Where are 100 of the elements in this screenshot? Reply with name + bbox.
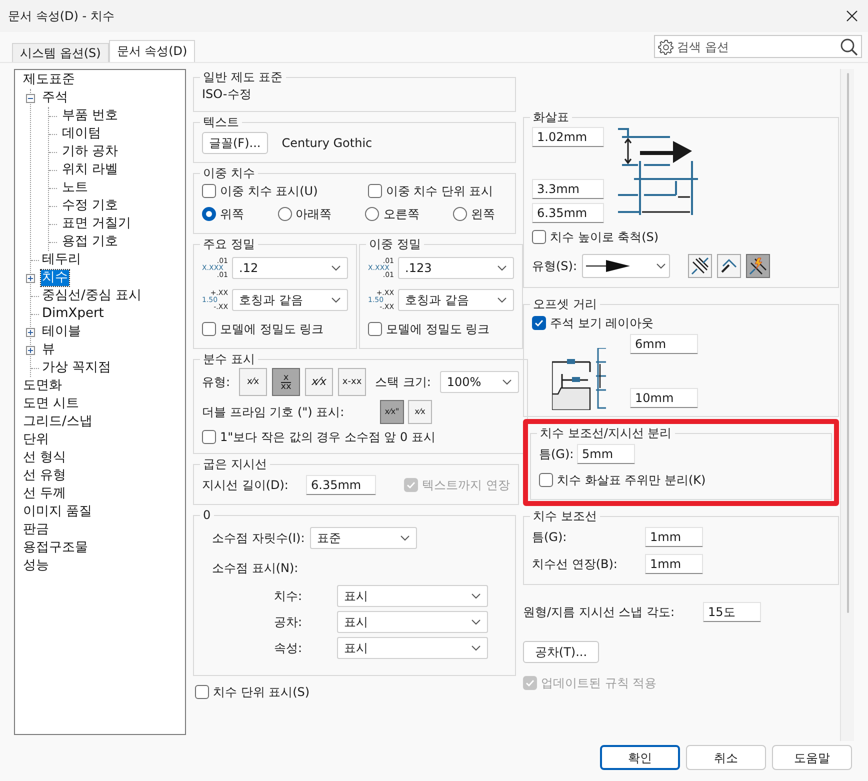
checkbox[interactable] bbox=[368, 184, 382, 198]
radio-button[interactable] bbox=[452, 207, 467, 221]
close-icon[interactable] bbox=[846, 10, 858, 22]
text-field[interactable]: 1.02mm bbox=[532, 127, 604, 147]
field-label: 틈(G): bbox=[539, 446, 575, 462]
search-input[interactable]: 검색 옵션 bbox=[677, 38, 837, 54]
prime-style-button[interactable]: x⁄x" bbox=[380, 400, 404, 424]
tree-item[interactable]: 성능 bbox=[22, 558, 50, 574]
checkbox[interactable] bbox=[532, 230, 546, 244]
tree-item[interactable]: DimXpert bbox=[41, 306, 105, 322]
dialog-button[interactable]: 도움말 bbox=[772, 745, 852, 770]
tree-item[interactable]: 뷰 bbox=[41, 342, 56, 358]
tree-item[interactable]: 이미지 품질 bbox=[22, 504, 94, 520]
expand-icon[interactable] bbox=[26, 346, 35, 354]
tree-item[interactable]: 테이블 bbox=[41, 324, 82, 340]
tree-item[interactable]: 선 유형 bbox=[22, 468, 68, 484]
tree-item[interactable]: 수정 기호 bbox=[61, 198, 120, 214]
arrow-placement-button[interactable] bbox=[717, 254, 741, 278]
search-box[interactable]: 검색 옵션 bbox=[654, 35, 862, 58]
dropdown[interactable]: .12 bbox=[232, 257, 348, 279]
checkbox-label: 이중 치수 표시(U) bbox=[220, 183, 318, 199]
tree-item[interactable]: 노트 bbox=[61, 180, 89, 196]
checkbox-label: 모델에 정밀도 링크 bbox=[220, 321, 324, 337]
dropdown[interactable]: .123 bbox=[398, 257, 514, 279]
tree-item[interactable]: 단위 bbox=[22, 432, 50, 448]
arrow-placement-button[interactable] bbox=[688, 254, 712, 278]
expand-icon[interactable] bbox=[26, 328, 35, 336]
tree-item[interactable]: 주석 bbox=[41, 90, 69, 106]
arrow-style-select[interactable] bbox=[582, 254, 670, 278]
tree-item[interactable]: 용접 기호 bbox=[61, 234, 120, 250]
dialog-button[interactable]: 확인 bbox=[600, 745, 680, 770]
fraction-style-button[interactable]: x⁄x bbox=[305, 368, 334, 396]
tree-item[interactable]: 도면 시트 bbox=[22, 396, 80, 412]
checkbox-label: 텍스트까지 연장 bbox=[422, 477, 510, 493]
text-field[interactable]: 15도 bbox=[703, 602, 761, 622]
tree-item[interactable]: 가상 꼭지점 bbox=[41, 360, 112, 376]
checkbox-label: 업데이트된 규칙 적용 bbox=[541, 675, 657, 691]
group-title: 텍스트 bbox=[202, 114, 240, 130]
window-title: 문서 속성(D) - 치수 bbox=[8, 8, 114, 24]
text-field[interactable]: 6.35mm bbox=[306, 475, 376, 495]
checkbox[interactable] bbox=[368, 322, 382, 336]
dialog-button[interactable]: 취소 bbox=[686, 745, 766, 770]
text-field[interactable]: 1mm bbox=[645, 554, 703, 574]
tree-item[interactable]: 도면화 bbox=[22, 378, 63, 394]
tree-item[interactable]: 선 형식 bbox=[22, 450, 68, 466]
prime-style-button[interactable]: x⁄x bbox=[408, 400, 432, 424]
chevron-down-icon bbox=[400, 535, 410, 541]
dropdown[interactable]: 호칭과 같음 bbox=[398, 289, 514, 311]
arrow-placement-button[interactable] bbox=[746, 254, 770, 278]
text-field[interactable]: 1mm bbox=[645, 527, 703, 547]
radio-button[interactable] bbox=[202, 207, 216, 221]
checkbox[interactable] bbox=[202, 184, 216, 198]
tab[interactable]: 시스템 옵션(S) bbox=[12, 43, 109, 62]
tree-item[interactable]: 부품 번호 bbox=[61, 108, 120, 124]
radio-button[interactable] bbox=[278, 207, 292, 221]
dropdown[interactable]: 호칭과 같음 bbox=[232, 289, 348, 311]
text-field[interactable]: 3.3mm bbox=[532, 179, 604, 199]
checkbox[interactable] bbox=[195, 685, 209, 699]
collapse-icon[interactable] bbox=[26, 94, 35, 102]
tolerance-button[interactable]: 공차(T)... bbox=[523, 641, 599, 663]
tree-item[interactable]: 표면 거칠기 bbox=[61, 216, 132, 232]
checkbox[interactable] bbox=[202, 430, 216, 444]
font-button[interactable]: 글꼴(F)... bbox=[202, 132, 268, 154]
chevron-down-icon bbox=[502, 379, 512, 385]
tree-item[interactable]: 용접구조물 bbox=[22, 540, 89, 556]
tree-item[interactable]: 위치 라벨 bbox=[61, 162, 120, 178]
arrows-in-icon bbox=[691, 257, 709, 275]
tree-item[interactable]: 데이텀 bbox=[61, 126, 102, 142]
group-title: 이중 치수 bbox=[202, 165, 256, 181]
fraction-style-button[interactable]: x⁄x bbox=[239, 368, 268, 396]
dropdown[interactable]: 표시 bbox=[337, 585, 488, 607]
tree-item[interactable]: 선 두께 bbox=[22, 486, 68, 502]
expand-icon[interactable] bbox=[26, 274, 35, 282]
text-field[interactable]: 6mm bbox=[630, 334, 698, 354]
checkbox[interactable] bbox=[202, 322, 216, 336]
tree-item[interactable]: 그리드/스냅 bbox=[22, 414, 94, 430]
scrollbar[interactable] bbox=[840, 69, 854, 741]
tree-item[interactable]: 중심선/중심 표시 bbox=[41, 288, 143, 304]
text-field[interactable]: 6.35mm bbox=[532, 203, 604, 223]
tree-item[interactable]: 제도표준 bbox=[22, 72, 76, 88]
dropdown[interactable]: 표준 bbox=[310, 527, 417, 549]
dropdown[interactable]: 100% bbox=[440, 371, 519, 393]
fraction-style-button[interactable]: x-xx bbox=[338, 368, 366, 396]
checkbox[interactable] bbox=[532, 316, 546, 330]
tree-item[interactable]: 기하 공차 bbox=[61, 144, 120, 160]
field-label: 유형: bbox=[202, 374, 230, 390]
standard-value: ISO-수정 bbox=[202, 86, 252, 103]
fraction-style-button[interactable]: x xx bbox=[272, 368, 300, 396]
checkbox[interactable] bbox=[539, 473, 553, 487]
chevron-down-icon bbox=[471, 619, 481, 625]
dropdown[interactable]: 표시 bbox=[337, 637, 488, 659]
radio-button[interactable] bbox=[365, 207, 380, 221]
tree-item[interactable]: 치수 bbox=[41, 270, 69, 286]
tree-item[interactable]: 판금 bbox=[22, 522, 50, 538]
tree-item[interactable]: 테두리 bbox=[41, 252, 82, 268]
text-field[interactable]: 10mm bbox=[630, 388, 698, 408]
dropdown[interactable]: 표시 bbox=[337, 611, 488, 633]
text-field[interactable]: 5mm bbox=[577, 444, 635, 464]
lightning-arrows-icon bbox=[749, 257, 767, 275]
tab[interactable]: 문서 속성(D) bbox=[108, 40, 196, 62]
